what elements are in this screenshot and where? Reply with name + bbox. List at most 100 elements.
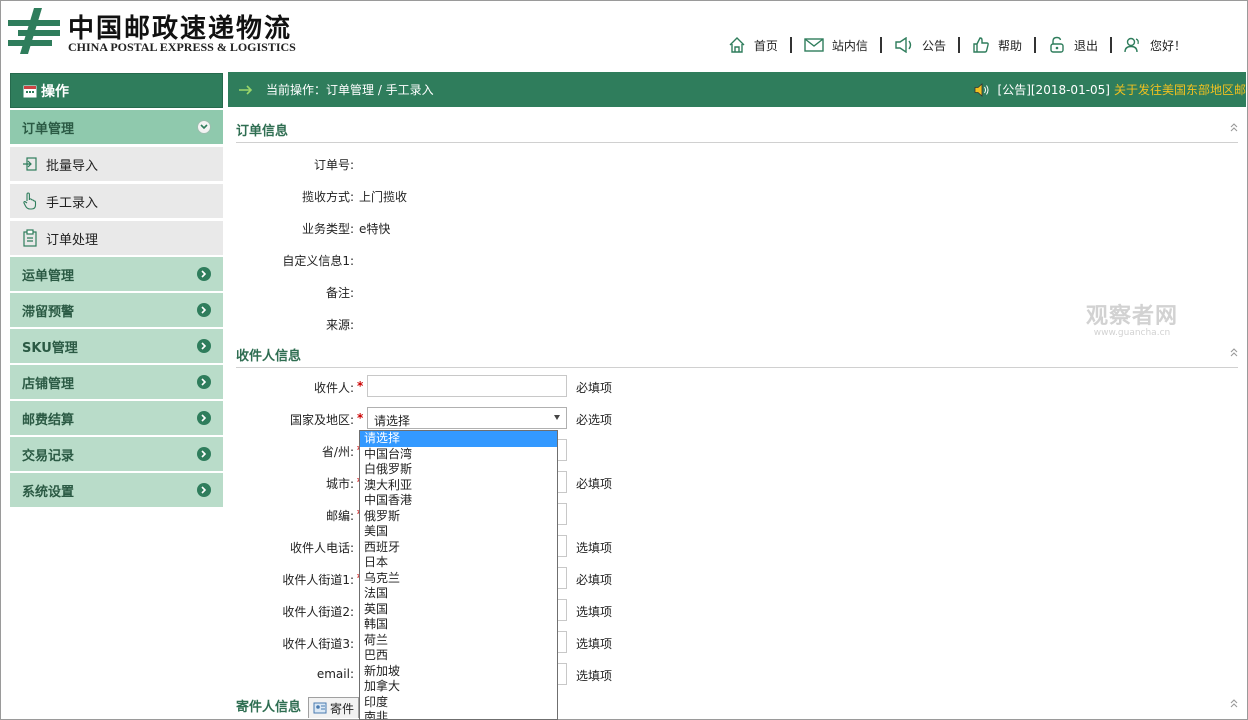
sidebar-group-postage[interactable]: 邮费结算 [10,401,223,435]
sidebar-title-label: 操作 [41,83,69,100]
nav-home[interactable]: 首页 [728,36,778,54]
country-option[interactable]: 巴西 [360,648,557,664]
field-business-type: 业务类型: e特快 [236,216,936,240]
field-city: 城市: * 必填项 [236,471,936,495]
field-recipient-name: 收件人: * 必填项 [236,375,936,399]
country-option[interactable]: 白俄罗斯 [360,462,557,478]
sidebar-group-orders[interactable]: 订单管理 [10,110,223,144]
sidebar-group-label: 订单管理 [22,121,75,137]
section-title: 收件人信息 [236,349,302,364]
announcement-label: [公告][2018-01-05] [997,83,1110,97]
announcement: [公告][2018-01-05] 关于发往美国东部地区邮 [974,72,1246,107]
section-title: 订单信息 [236,124,289,139]
field-email: email: 选填项 [236,663,936,687]
section-title: 寄件人信息 [236,700,302,715]
nav-logout[interactable]: 退出 [1048,36,1098,54]
nav-separator [1033,37,1036,53]
breadcrumb-bar: 当前操作：订单管理 / 手工录入 [公告][2018-01-05] 关于发往美国… [228,72,1246,107]
logo-english-text: CHINA POSTAL EXPRESS & LOGISTICS [68,40,296,54]
watermark-text: 观察者网 [1086,304,1179,329]
country-option[interactable]: 美国 [360,524,557,540]
nav-logout-label: 退出 [1073,38,1098,53]
country-option[interactable]: 新加坡 [360,664,557,680]
country-option[interactable]: 俄罗斯 [360,509,557,525]
field-hint: 选填项 [576,605,613,619]
nav-help[interactable]: 帮助 [972,36,1022,54]
sidebar-item-manual-entry[interactable]: 手工录入 [10,184,223,218]
chevron-right-icon [197,375,211,389]
country-option[interactable]: 澳大利亚 [360,478,557,494]
country-option[interactable]: 韩国 [360,617,557,633]
country-option[interactable]: 南非 [360,710,557,719]
field-label: email: [316,667,354,681]
address-book-icon [313,702,327,714]
megaphone-icon [895,37,912,53]
nav-separator [1109,37,1112,53]
recipient-info-section: 收件人信息 [236,337,1238,368]
field-hint: 必填项 [576,381,613,395]
sidebar-group-transactions[interactable]: 交易记录 [10,437,223,471]
nav-mail[interactable]: 站内信 [804,37,868,54]
nav-help-label: 帮助 [997,38,1022,53]
collapse-up-icon[interactable] [1230,347,1238,357]
field-street2: 收件人街道2: 选填项 [236,599,936,623]
field-label: 收件人电话: [289,541,354,555]
field-hint: 选填项 [576,669,613,683]
hand-pointer-icon [23,192,37,210]
lock-icon [1050,36,1064,53]
logo: 中国邮政速递物流 CHINA POSTAL EXPRESS & LOGISTIC… [8,6,296,56]
country-option[interactable]: 日本 [360,555,557,571]
collapse-up-icon[interactable] [1230,122,1238,132]
field-postcode: 邮编: * [236,503,936,527]
recipient-name-input[interactable] [367,375,567,397]
sidebar-item-batch-import[interactable]: 批量导入 [10,147,223,181]
caret-down-icon [554,415,560,420]
sidebar-group-settings[interactable]: 系统设置 [10,473,223,507]
country-option[interactable]: 荷兰 [360,633,557,649]
field-label: 揽收方式: [301,190,354,204]
sidebar-title: 操作 [10,73,223,108]
chevron-right-icon [197,447,211,461]
field-label: 来源: [325,318,354,332]
china-post-logo-icon [8,8,60,54]
nav-user[interactable]: 您好！ [1124,36,1186,54]
country-dropdown-list[interactable]: 请选择 中国台湾 白俄罗斯 澳大利亚 中国香港 俄罗斯 美国 西班牙 日本 乌克兰 法国 英国 韩国 荷兰… [359,430,558,720]
chevron-right-icon [197,411,211,425]
country-option[interactable]: 印度 [360,695,557,711]
field-label: 订单号: [313,158,354,172]
field-label: 业务类型: [301,222,354,236]
sidebar-group-retention-alert[interactable]: 滞留预警 [10,293,223,327]
country-select[interactable]: 请选择 [367,407,567,429]
sidebar-group-label: 系统设置 [22,484,75,500]
country-option[interactable]: 中国香港 [360,493,557,509]
field-street1: 收件人街道1: * 必填项 [236,567,936,591]
sidebar-item-order-processing[interactable]: 订单处理 [10,221,223,255]
country-option[interactable]: 中国台湾 [360,447,557,463]
country-option[interactable]: 加拿大 [360,679,557,695]
nav-user-label: 您好！ [1149,38,1186,53]
sidebar-group-waybills[interactable]: 运单管理 [10,257,223,291]
field-phone: 收件人电话: 选填项 [236,535,936,559]
country-option[interactable]: 请选择 [360,431,557,447]
watermark: 观察者网 www.guancha.cn [1086,298,1178,338]
sidebar-group-stores[interactable]: 店铺管理 [10,365,223,399]
nav-separator [789,37,792,53]
chevron-down-icon [197,120,211,134]
field-label: 邮编: [325,509,354,523]
calendar-icon [23,85,37,97]
country-option[interactable]: 英国 [360,602,557,618]
country-option[interactable]: 西班牙 [360,540,557,556]
field-hint: 选填项 [576,541,613,555]
country-option[interactable]: 乌克兰 [360,571,557,587]
country-option[interactable]: 法国 [360,586,557,602]
clipboard-icon [23,229,37,247]
sidebar-group-label: 店铺管理 [22,376,75,392]
sidebar-group-sku[interactable]: SKU管理 [10,329,223,363]
collapse-up-icon[interactable] [1230,698,1238,708]
announcement-link[interactable]: 关于发往美国东部地区邮 [1114,81,1246,98]
sender-address-button[interactable]: 寄件 [308,697,360,718]
nav-notice[interactable]: 公告 [894,37,946,54]
field-hint: 必填项 [576,477,613,491]
thumb-up-icon [973,37,989,53]
field-hint: 选填项 [576,637,613,651]
